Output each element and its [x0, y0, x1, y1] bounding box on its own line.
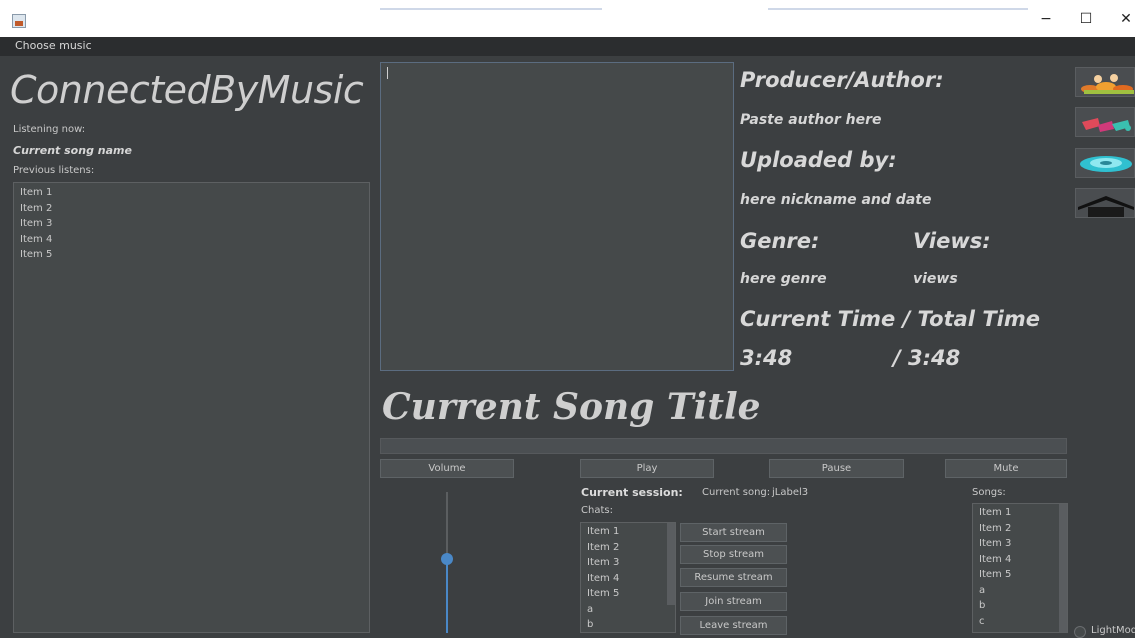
listening-now-label: Listening now: — [13, 124, 86, 135]
list-item[interactable]: Item 3 — [14, 216, 369, 232]
app-logo: ConnectedByMusic — [10, 68, 364, 112]
time-label: Current Time / Total Time — [740, 307, 1040, 331]
mute-button[interactable]: Mute — [945, 459, 1067, 478]
producer-value: Paste author here — [740, 112, 882, 128]
menu-choose-music[interactable]: Choose music — [15, 39, 92, 52]
song-progress-bar[interactable] — [380, 438, 1067, 454]
list-item[interactable]: Item 5 — [14, 247, 369, 263]
views-label: Views: — [913, 229, 991, 253]
genre-value: here genre — [740, 271, 827, 287]
list-item[interactable]: Item 3 — [973, 536, 1067, 552]
producer-label: Producer/Author: — [740, 68, 944, 92]
music-notes-icon — [1082, 118, 1131, 132]
home-icon — [1078, 196, 1134, 217]
close-button[interactable]: ✕ — [1111, 8, 1135, 30]
current-song-name: Current song name — [13, 144, 132, 157]
lightmode-label: LightMode — [1091, 625, 1135, 636]
volume-slider-knob[interactable] — [441, 553, 453, 565]
list-item[interactable]: Item 5 — [973, 567, 1067, 583]
list-item[interactable]: b — [581, 617, 675, 633]
list-item[interactable]: a — [973, 583, 1067, 599]
songs-scrollbar[interactable] — [1059, 504, 1067, 632]
current-time: 3:48 — [740, 346, 793, 370]
chats-label: Chats: — [581, 505, 613, 516]
menu-bar: Choose music — [0, 37, 1135, 56]
settings-button[interactable] — [1075, 148, 1135, 178]
list-item[interactable]: a — [581, 602, 675, 618]
song-title: Current Song Title — [382, 386, 761, 428]
lightmode-radio[interactable] — [1074, 626, 1086, 638]
list-item[interactable]: Item 4 — [973, 552, 1067, 568]
previous-listens-label: Previous listens: — [13, 165, 95, 176]
previous-listens-list[interactable]: Item 1 Item 2 Item 3 Item 4 Item 5 — [13, 182, 370, 633]
chats-scrollbar[interactable] — [667, 523, 675, 605]
music-notes-button[interactable] — [1075, 107, 1135, 137]
views-value: views — [913, 271, 958, 287]
settings-disc-icon — [1080, 156, 1132, 172]
list-item[interactable]: Item 2 — [14, 201, 369, 217]
uploaded-value: here nickname and date — [740, 192, 932, 208]
description-text-area[interactable] — [380, 62, 734, 371]
list-item[interactable]: Item 4 — [14, 232, 369, 248]
list-item[interactable]: Item 1 — [14, 185, 369, 201]
songs-list[interactable]: Item 1 Item 2 Item 3 Item 4 Item 5 a b c — [972, 503, 1068, 633]
users-icon — [1081, 74, 1134, 94]
minimize-button[interactable]: − — [1031, 8, 1061, 30]
list-item[interactable]: Item 2 — [973, 521, 1067, 537]
pause-button[interactable]: Pause — [769, 459, 904, 478]
resume-stream-button[interactable]: Resume stream — [680, 568, 787, 587]
list-item[interactable]: Item 3 — [581, 555, 675, 571]
list-item[interactable]: c — [973, 614, 1067, 630]
maximize-button[interactable]: ☐ — [1071, 8, 1101, 30]
window-titlebar: − ☐ ✕ — [0, 0, 1135, 37]
uploaded-label: Uploaded by: — [740, 148, 897, 172]
chats-list[interactable]: Item 1 Item 2 Item 3 Item 4 Item 5 a b — [580, 522, 676, 633]
titlebar-decoration — [768, 8, 1028, 10]
list-item[interactable]: Item 4 — [581, 571, 675, 587]
list-item[interactable]: b — [973, 598, 1067, 614]
java-app-icon — [12, 14, 26, 28]
list-item[interactable]: Item 5 — [581, 586, 675, 602]
volume-button[interactable]: Volume — [380, 459, 514, 478]
titlebar-decoration — [380, 8, 602, 10]
leave-stream-button[interactable]: Leave stream — [680, 616, 787, 635]
join-stream-button[interactable]: Join stream — [680, 592, 787, 611]
songs-label: Songs: — [972, 487, 1006, 498]
users-button[interactable] — [1075, 67, 1135, 97]
stop-stream-button[interactable]: Stop stream — [680, 545, 787, 564]
genre-label: Genre: — [740, 229, 820, 253]
home-button[interactable] — [1075, 188, 1135, 218]
session-current-song-value: jLabel3 — [772, 487, 809, 498]
text-caret — [387, 67, 388, 79]
start-stream-button[interactable]: Start stream — [680, 523, 787, 542]
volume-slider-fill — [446, 559, 448, 633]
play-button[interactable]: Play — [580, 459, 714, 478]
current-session-label: Current session: — [581, 486, 683, 499]
list-item[interactable]: Item 2 — [581, 540, 675, 556]
list-item[interactable]: Item 1 — [973, 505, 1067, 521]
list-item[interactable]: Item 1 — [581, 524, 675, 540]
total-time: / 3:48 — [893, 346, 961, 370]
session-current-song-label: Current song: — [702, 487, 771, 498]
